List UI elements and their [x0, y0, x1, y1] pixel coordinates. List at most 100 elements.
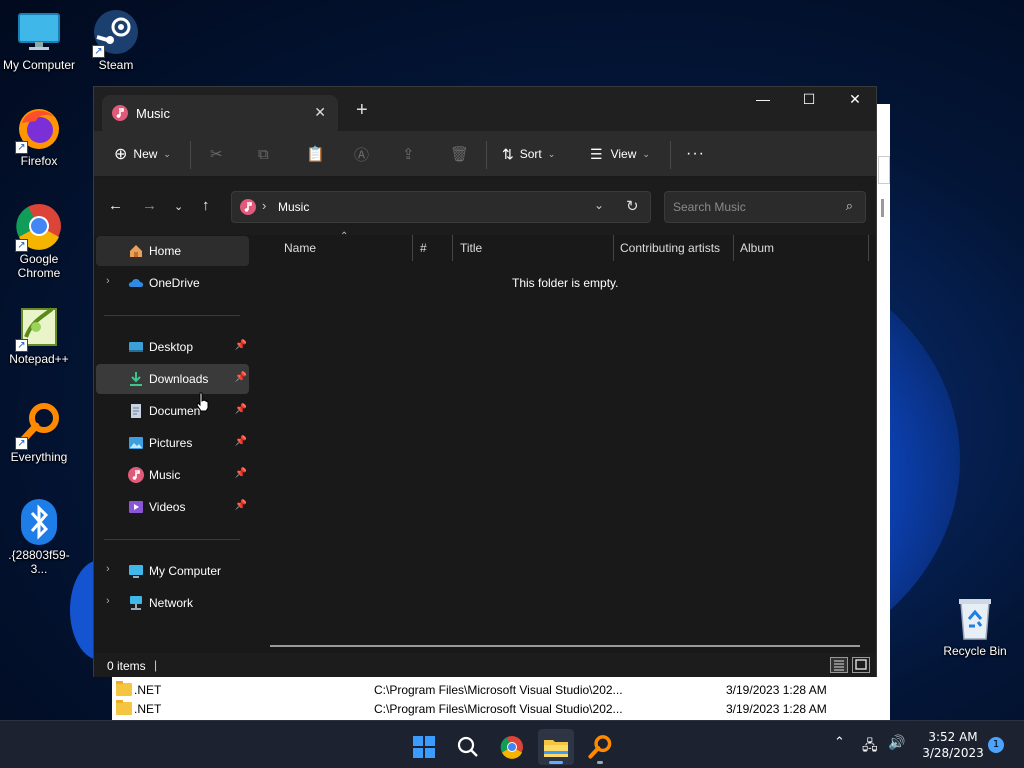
- chevron-down-icon: ⌄: [163, 148, 171, 159]
- pin-icon[interactable]: 📌: [235, 340, 247, 351]
- column-header-title[interactable]: Title: [460, 241, 482, 255]
- search-icon: [457, 736, 478, 757]
- desktop-icon-label: My Computer: [2, 58, 76, 72]
- taskbar-file-explorer[interactable]: [538, 729, 574, 765]
- expand-chevron-icon[interactable]: ›: [106, 595, 110, 607]
- desktop-icon-label: Steam: [98, 58, 134, 72]
- desktop-icon-firefox[interactable]: ↗ Firefox: [0, 104, 78, 168]
- column-divider[interactable]: [613, 235, 614, 261]
- navigation-pane: Home › OneDrive Desktop 📌 Downloads 📌 Do…: [94, 235, 252, 653]
- desktop-icon-my-computer[interactable]: My Computer: [0, 8, 78, 72]
- address-dropdown-icon[interactable]: ⌄: [594, 198, 604, 212]
- sidebar-item-my-computer[interactable]: › My Computer: [96, 556, 249, 586]
- up-arrow-icon[interactable]: ↑: [202, 197, 210, 214]
- desktop-icon-chrome[interactable]: ↗ Google Chrome: [0, 202, 78, 280]
- videos-icon: [129, 501, 143, 513]
- desktop-icon-bluetooth[interactable]: .{28803f59-3...: [0, 498, 78, 576]
- sidebar-item-desktop[interactable]: Desktop 📌: [96, 332, 249, 362]
- clock-time: 3:52 AM: [928, 730, 978, 744]
- file-list: ⌃ Name # Title Contributing artists Albu…: [254, 231, 876, 653]
- share-icon[interactable]: ⇪: [402, 142, 415, 166]
- maximize-button[interactable]: ☐: [786, 91, 832, 115]
- horizontal-scrollbar[interactable]: [270, 645, 860, 647]
- details-view-icon: [834, 660, 844, 671]
- more-options-button[interactable]: ···: [686, 142, 705, 166]
- notification-badge[interactable]: 1: [988, 737, 1004, 753]
- thumbnail-view-button[interactable]: [852, 657, 870, 673]
- column-divider[interactable]: [412, 235, 413, 261]
- refresh-icon[interactable]: ↻: [626, 197, 639, 215]
- sidebar-item-downloads[interactable]: Downloads 📌: [96, 364, 249, 394]
- tab-music[interactable]: Music ✕: [102, 95, 338, 131]
- forward-arrow-icon[interactable]: →: [142, 197, 157, 214]
- sidebar-item-label: Network: [149, 596, 194, 610]
- column-divider[interactable]: [733, 235, 734, 261]
- desktop-icon-notepadpp[interactable]: ↗ Notepad++: [0, 302, 78, 366]
- expand-chevron-icon[interactable]: ›: [106, 275, 110, 287]
- paste-icon[interactable]: 📋: [306, 142, 325, 166]
- column-divider[interactable]: [868, 235, 869, 261]
- column-header-album[interactable]: Album: [740, 241, 774, 255]
- sidebar-item-pictures[interactable]: Pictures 📌: [96, 428, 249, 458]
- column-header-contributing-artists[interactable]: Contributing artists: [620, 241, 720, 255]
- title-bar[interactable]: Music ✕ + — ☐ ✕: [94, 87, 876, 131]
- taskbar-search-button[interactable]: [450, 729, 486, 765]
- sort-label: Sort: [519, 147, 542, 161]
- start-button[interactable]: [406, 729, 442, 765]
- search-box[interactable]: ⌕: [664, 191, 866, 223]
- taskbar-everything[interactable]: [582, 729, 618, 765]
- sidebar-item-network[interactable]: › Network: [96, 588, 249, 618]
- pin-icon[interactable]: 📌: [235, 500, 247, 511]
- pin-icon[interactable]: 📌: [235, 404, 247, 415]
- details-view-button[interactable]: [830, 657, 848, 673]
- sort-button[interactable]: ⇅ Sort ⌄: [502, 142, 555, 166]
- breadcrumb[interactable]: Music: [278, 200, 309, 214]
- sidebar-item-documents[interactable]: Documen 📌: [96, 396, 249, 426]
- address-bar[interactable]: › Music ⌄ ↻: [231, 191, 651, 223]
- tab-close-icon[interactable]: ✕: [314, 104, 326, 121]
- system-clock[interactable]: 3:52 AM 3/28/2023: [918, 729, 988, 761]
- desktop-icon-label: Google Chrome: [17, 252, 61, 280]
- everything-icon: [588, 735, 612, 759]
- vertical-scrollbar[interactable]: [881, 199, 884, 217]
- recent-locations-chevron-icon[interactable]: ⌄: [174, 200, 183, 213]
- delete-icon[interactable]: 🗑: [450, 142, 469, 166]
- expand-chevron-icon[interactable]: ›: [106, 563, 110, 575]
- taskbar: ⌃ 🖧 🔊 3:52 AM 3/28/2023 1: [0, 720, 1024, 768]
- music-icon: [128, 467, 144, 483]
- pin-icon[interactable]: 📌: [235, 468, 247, 479]
- sidebar-item-label: My Computer: [149, 564, 222, 578]
- back-arrow-icon[interactable]: ←: [108, 197, 123, 214]
- volume-icon[interactable]: 🔊: [888, 735, 905, 751]
- new-tab-button[interactable]: +: [356, 99, 368, 122]
- sidebar-item-home[interactable]: Home: [96, 236, 249, 266]
- table-row[interactable]: .NET C:\Program Files\Microsoft Visual S…: [112, 700, 872, 719]
- copy-icon[interactable]: ⧉: [258, 142, 269, 166]
- column-header-number[interactable]: #: [420, 241, 427, 255]
- desktop-icon-recycle-bin[interactable]: Recycle Bin: [936, 594, 1014, 658]
- network-status-icon[interactable]: 🖧: [862, 735, 878, 759]
- sidebar-item-music[interactable]: Music 📌: [96, 460, 249, 490]
- sidebar-item-onedrive[interactable]: › OneDrive: [96, 268, 249, 298]
- taskbar-chrome[interactable]: [494, 729, 530, 765]
- view-button[interactable]: ☰ View ⌄: [590, 142, 650, 166]
- search-input[interactable]: [665, 192, 835, 222]
- new-button[interactable]: ⊕ New ⌄: [114, 142, 171, 166]
- cut-icon[interactable]: ✂: [210, 142, 223, 166]
- desktop-icon-steam[interactable]: ↗ Steam: [77, 8, 155, 72]
- desktop-icon-everything[interactable]: ↗ Everything: [0, 400, 78, 464]
- search-icon[interactable]: ⌕: [846, 198, 853, 214]
- pin-icon[interactable]: 📌: [235, 436, 247, 447]
- show-hidden-icons-chevron-icon[interactable]: ⌃: [834, 735, 845, 750]
- column-header-name[interactable]: Name: [284, 241, 316, 255]
- pin-icon[interactable]: 📌: [235, 372, 247, 383]
- column-divider[interactable]: [452, 235, 453, 261]
- minimize-button[interactable]: —: [740, 91, 786, 115]
- file-date: 3/19/2023 1:28 AM: [726, 702, 827, 716]
- view-icon: ☰: [590, 145, 603, 162]
- rename-icon[interactable]: Ⓐ: [354, 142, 369, 166]
- table-row[interactable]: .NET C:\Program Files\Microsoft Visual S…: [112, 681, 872, 700]
- sidebar-item-videos[interactable]: Videos 📌: [96, 492, 249, 522]
- close-button[interactable]: ✕: [832, 91, 878, 115]
- toolbar-divider: [190, 141, 191, 169]
